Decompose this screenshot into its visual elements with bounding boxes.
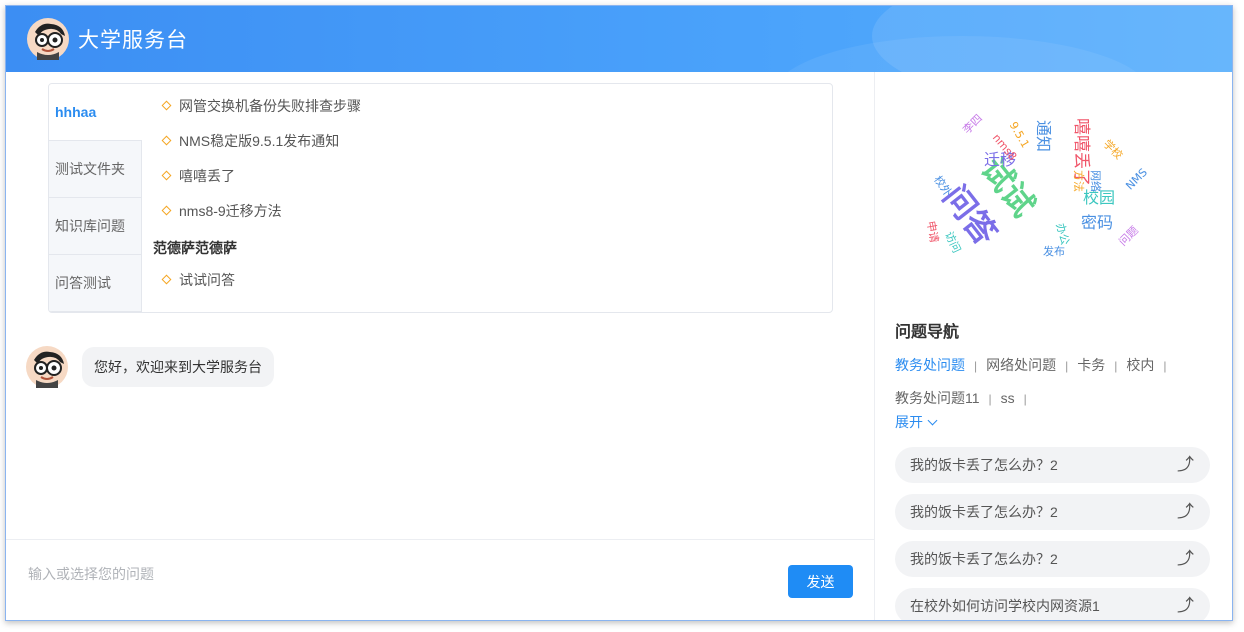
bullet-diamond-icon: [161, 135, 172, 146]
word-cloud-word[interactable]: 问题: [1116, 224, 1141, 249]
question-list: 我的饭卡丢了怎么办？2 ⤴ 我的饭卡丢了怎么办？2 ⤴ 我的饭卡丢了怎么办？2 …: [895, 447, 1210, 620]
app-window: 大学服务台 hhhaa 测试文件夹 知识库问题 问答测试 网管交换机备份失败排查…: [5, 5, 1233, 621]
send-button[interactable]: 发送: [788, 565, 853, 598]
tab-qa-test[interactable]: 问答测试: [49, 255, 141, 312]
nav-link-ss[interactable]: ss: [1001, 390, 1015, 406]
word-cloud-word[interactable]: 申请: [924, 220, 941, 244]
input-area: 发送: [6, 539, 874, 620]
nav-link-academic-11[interactable]: 教务处问题11: [895, 390, 980, 406]
question-item[interactable]: 在校外如何访问学校内网资源1 ⤴: [895, 588, 1210, 620]
word-cloud-word[interactable]: 校园: [1083, 190, 1115, 206]
word-cloud-word[interactable]: 密码: [1081, 215, 1113, 231]
header-bar: 大学服务台: [6, 6, 1232, 72]
kb-item[interactable]: nms8-9迁移方法: [153, 199, 813, 234]
nav-link-network[interactable]: 网络处问题: [986, 357, 1056, 373]
logo-avatar-icon: [27, 18, 69, 60]
kb-item[interactable]: 网管交换机备份失败排查步骤: [153, 94, 813, 129]
word-cloud-word[interactable]: NMS: [1123, 166, 1150, 193]
word-cloud-word[interactable]: 通知: [1034, 120, 1053, 152]
sidebar: 问答 试试 嘻嘻丢了 通知 迁移 校园 密码 nms8 9.5.1 学校 李四 校外 申请 访问 办公 发布问…: [875, 72, 1232, 620]
knowledge-card: hhhaa 测试文件夹 知识库问题 问答测试 网管交换机备份失败排查步骤 NMS…: [48, 83, 833, 313]
word-cloud-word[interactable]: 发布: [1043, 246, 1065, 257]
chevron-down-icon: [927, 415, 938, 426]
nav-link-campus[interactable]: 校内: [1126, 357, 1154, 373]
question-item[interactable]: 我的饭卡丢了怎么办？2 ⤴: [895, 447, 1210, 483]
bullet-diamond-icon: [161, 274, 172, 285]
bullet-diamond-icon: [161, 170, 172, 181]
word-cloud-word[interactable]: 访问: [942, 230, 963, 255]
bot-avatar-icon: [26, 346, 68, 388]
nav-links: 教务处问题 | 网络处问题 | 卡务 | 校内 | 教务处问题11 | ss |: [895, 357, 1167, 406]
expand-button[interactable]: 展开: [895, 412, 938, 432]
question-item[interactable]: 我的饭卡丢了怎么办？2 ⤴: [895, 541, 1210, 577]
kb-item[interactable]: 试试问答: [153, 268, 813, 303]
arrow-up-icon: ⤴: [1177, 455, 1194, 474]
word-cloud-word[interactable]: 李四: [960, 112, 985, 137]
chat-panel: hhhaa 测试文件夹 知识库问题 问答测试 网管交换机备份失败排查步骤 NMS…: [6, 72, 875, 620]
kb-item[interactable]: 嘻嘻丢了: [153, 164, 813, 199]
nav-link-card[interactable]: 卡务: [1077, 357, 1105, 373]
nav-title: 问题导航: [895, 324, 960, 341]
word-cloud-word[interactable]: 方法: [1072, 170, 1085, 192]
arrow-up-icon: ⤴: [1177, 596, 1194, 615]
welcome-bubble: 您好，欢迎来到大学服务台: [82, 347, 274, 387]
question-item[interactable]: 我的饭卡丢了怎么办？2 ⤴: [895, 494, 1210, 530]
arrow-up-icon: ⤴: [1177, 549, 1194, 568]
knowledge-tabs: hhhaa 测试文件夹 知识库问题 问答测试: [49, 84, 142, 312]
knowledge-content: 网管交换机备份失败排查步骤 NMS稳定版9.5.1发布通知 嘻嘻丢了 nms8-…: [153, 94, 813, 303]
word-cloud: 问答 试试 嘻嘻丢了 通知 迁移 校园 密码 nms8 9.5.1 学校 李四 校外 申请 访问 办公 发布问…: [924, 110, 1171, 280]
word-cloud-word[interactable]: 办公: [1053, 222, 1071, 247]
tab-hhhaa[interactable]: hhhaa: [49, 84, 142, 141]
bullet-diamond-icon: [161, 205, 172, 216]
bullet-diamond-icon: [161, 100, 172, 111]
kb-group-title: 范德萨范德萨: [153, 240, 237, 256]
kb-item[interactable]: NMS稳定版9.5.1发布通知: [153, 129, 813, 164]
nav-link-academic[interactable]: 教务处问题: [895, 357, 965, 373]
word-cloud-word[interactable]: 网络: [1089, 170, 1102, 192]
word-cloud-word[interactable]: 学校: [1101, 137, 1126, 162]
app-title: 大学服务台: [78, 29, 188, 52]
question-input[interactable]: [26, 558, 770, 590]
arrow-up-icon: ⤴: [1177, 502, 1194, 521]
tab-kb-questions[interactable]: 知识库问题: [49, 198, 141, 255]
tab-test-folder[interactable]: 测试文件夹: [49, 141, 141, 198]
